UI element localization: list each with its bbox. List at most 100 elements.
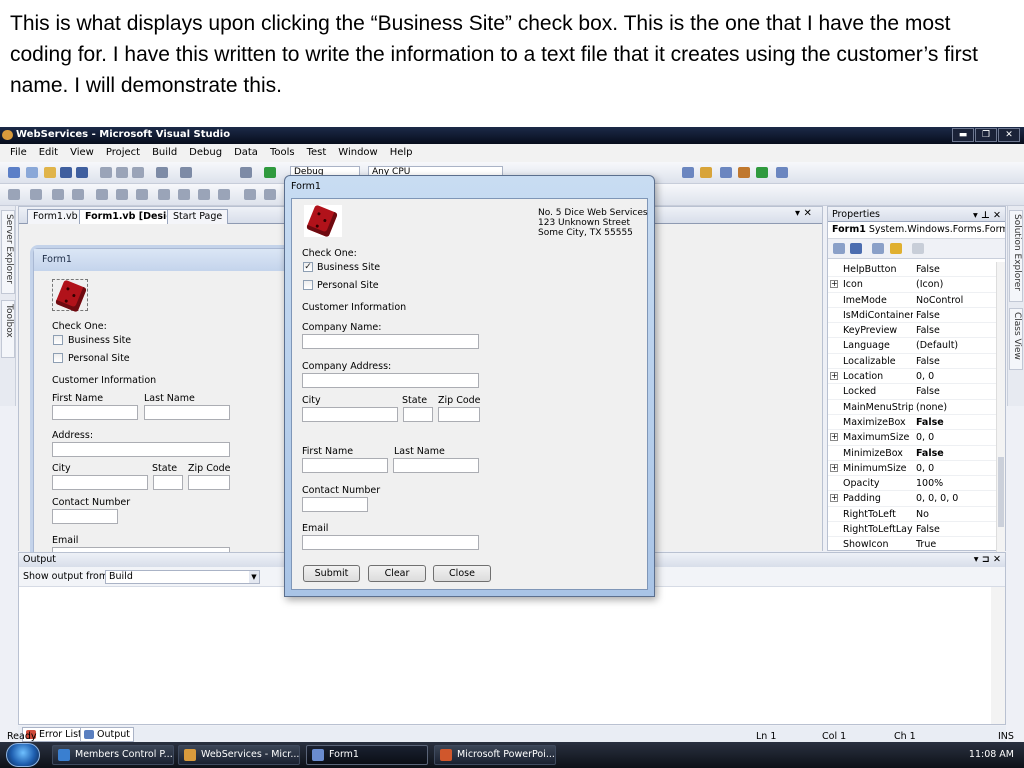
business-site-checkbox[interactable]: ✓ (303, 262, 313, 272)
property-row[interactable]: ShowIcon True (828, 537, 998, 552)
toolbox-icon[interactable] (738, 167, 750, 178)
property-value[interactable]: 0, 0 (916, 430, 934, 445)
property-row[interactable]: Language (Default) (828, 338, 998, 354)
property-value[interactable]: NoControl (916, 293, 963, 308)
class-view-tab[interactable]: Class View (1009, 308, 1023, 370)
cut-icon[interactable] (100, 167, 112, 178)
taskbar-powerpoint[interactable]: Microsoft PowerPoi... (434, 745, 556, 765)
property-value[interactable]: False (916, 308, 940, 323)
property-row[interactable]: MaximizeBox False (828, 415, 998, 431)
property-row[interactable]: + MaximumSize 0, 0 (828, 430, 998, 446)
menu-build[interactable]: Build (146, 144, 183, 162)
document-tab-controls[interactable]: ▾ ✕ (795, 208, 812, 219)
menu-test[interactable]: Test (301, 144, 333, 162)
property-row[interactable]: + Icon (Icon) (828, 277, 998, 293)
state-field[interactable] (403, 407, 433, 422)
start-page-icon[interactable] (756, 167, 768, 178)
contact-number-field[interactable] (302, 497, 368, 512)
align-middle-icon[interactable] (116, 189, 128, 200)
start-debug-icon[interactable] (264, 167, 276, 178)
align-icon[interactable] (8, 189, 20, 200)
new-project-icon[interactable] (8, 167, 20, 178)
properties-controls[interactable]: ▾ ⊥ ✕ (973, 208, 1001, 223)
menu-view[interactable]: View (64, 144, 100, 162)
property-value[interactable]: True (916, 537, 936, 552)
email-field[interactable] (302, 535, 479, 550)
save-icon[interactable] (60, 167, 72, 178)
undo-icon[interactable] (156, 167, 168, 178)
menu-edit[interactable]: Edit (33, 144, 64, 162)
copy-icon[interactable] (116, 167, 128, 178)
expand-icon[interactable]: + (830, 280, 838, 289)
dice-logo-icon[interactable] (52, 279, 88, 313)
property-row[interactable]: Locked False (828, 384, 998, 400)
property-value[interactable]: (none) (916, 400, 947, 415)
zip-code-field[interactable] (438, 407, 480, 422)
spacing-vertical-icon[interactable] (264, 189, 276, 200)
find-icon[interactable] (682, 167, 694, 178)
same-size-icon[interactable] (198, 189, 210, 200)
spacing-icon[interactable] (244, 189, 256, 200)
save-all-icon[interactable] (76, 167, 88, 178)
same-width-icon[interactable] (158, 189, 170, 200)
alphabetical-icon[interactable] (850, 243, 862, 254)
align-center-icon[interactable] (52, 189, 64, 200)
property-row[interactable]: + Location 0, 0 (828, 369, 998, 385)
object-selector[interactable]: Form1 System.Windows.Forms.Form (828, 222, 1005, 239)
close-button[interactable]: ✕ (998, 128, 1020, 142)
property-row[interactable]: ImeMode NoControl (828, 293, 998, 308)
expand-icon[interactable]: + (830, 372, 838, 381)
grid-icon[interactable] (218, 189, 230, 200)
property-pages-icon[interactable] (912, 243, 924, 254)
last-name-field[interactable] (393, 458, 479, 473)
maximize-button[interactable]: ❐ (975, 128, 997, 142)
property-row[interactable]: HelpButton False (828, 262, 998, 278)
navigate-icon[interactable] (240, 167, 252, 178)
expand-icon[interactable]: + (830, 433, 838, 442)
output-controls[interactable]: ▾ ⊐ ✕ (974, 553, 1001, 567)
property-value[interactable]: (Default) (916, 338, 958, 353)
property-value[interactable]: 0, 0, 0, 0 (916, 491, 958, 506)
property-value[interactable]: False (916, 262, 940, 277)
expand-icon[interactable]: + (830, 494, 838, 503)
paste-icon[interactable] (132, 167, 144, 178)
solution-explorer-icon[interactable] (700, 167, 712, 178)
properties-scrollbar[interactable] (996, 262, 1005, 552)
taskbar-visual-studio[interactable]: WebServices - Micr... (178, 745, 300, 765)
property-row[interactable]: RightToLeftLayo False (828, 522, 998, 538)
redo-icon[interactable] (180, 167, 192, 178)
properties-icon[interactable] (720, 167, 732, 178)
property-value[interactable]: False (916, 522, 940, 537)
submit-button[interactable]: Submit (303, 565, 360, 582)
properties-view-icon[interactable] (872, 243, 884, 254)
solution-explorer-tab[interactable]: Solution Explorer (1009, 210, 1023, 302)
expand-icon[interactable]: + (830, 463, 838, 472)
clock[interactable]: 11:08 AM (969, 749, 1014, 760)
output-scrollbar[interactable] (991, 587, 1005, 724)
minimize-button[interactable]: ▬ (952, 128, 974, 142)
tab-form1-vb[interactable]: Form1.vb (27, 209, 84, 224)
menu-project[interactable]: Project (100, 144, 146, 162)
property-value[interactable]: False (916, 354, 940, 369)
output-source-select[interactable]: Build ▼ (105, 570, 260, 584)
first-name-field[interactable] (52, 405, 138, 420)
tab-start-page[interactable]: Start Page (167, 209, 229, 224)
align-bottom-icon[interactable] (136, 189, 148, 200)
menu-help[interactable]: Help (384, 144, 419, 162)
menu-tools[interactable]: Tools (264, 144, 301, 162)
open-file-icon[interactable] (44, 167, 56, 178)
first-name-field[interactable] (302, 458, 388, 473)
property-value[interactable]: (Icon) (916, 277, 943, 292)
city-field[interactable] (302, 407, 398, 422)
window-icon[interactable] (776, 167, 788, 178)
personal-site-checkbox[interactable] (53, 353, 63, 363)
state-field[interactable] (153, 475, 183, 490)
last-name-field[interactable] (144, 405, 230, 420)
property-row[interactable]: + MinimumSize 0, 0 (828, 461, 998, 477)
company-name-field[interactable] (302, 334, 479, 349)
align-right-icon[interactable] (72, 189, 84, 200)
categorized-icon[interactable] (833, 243, 845, 254)
property-value[interactable]: False (916, 323, 940, 338)
property-row[interactable]: MinimizeBox False (828, 446, 998, 461)
property-value[interactable]: 0, 0 (916, 461, 934, 476)
